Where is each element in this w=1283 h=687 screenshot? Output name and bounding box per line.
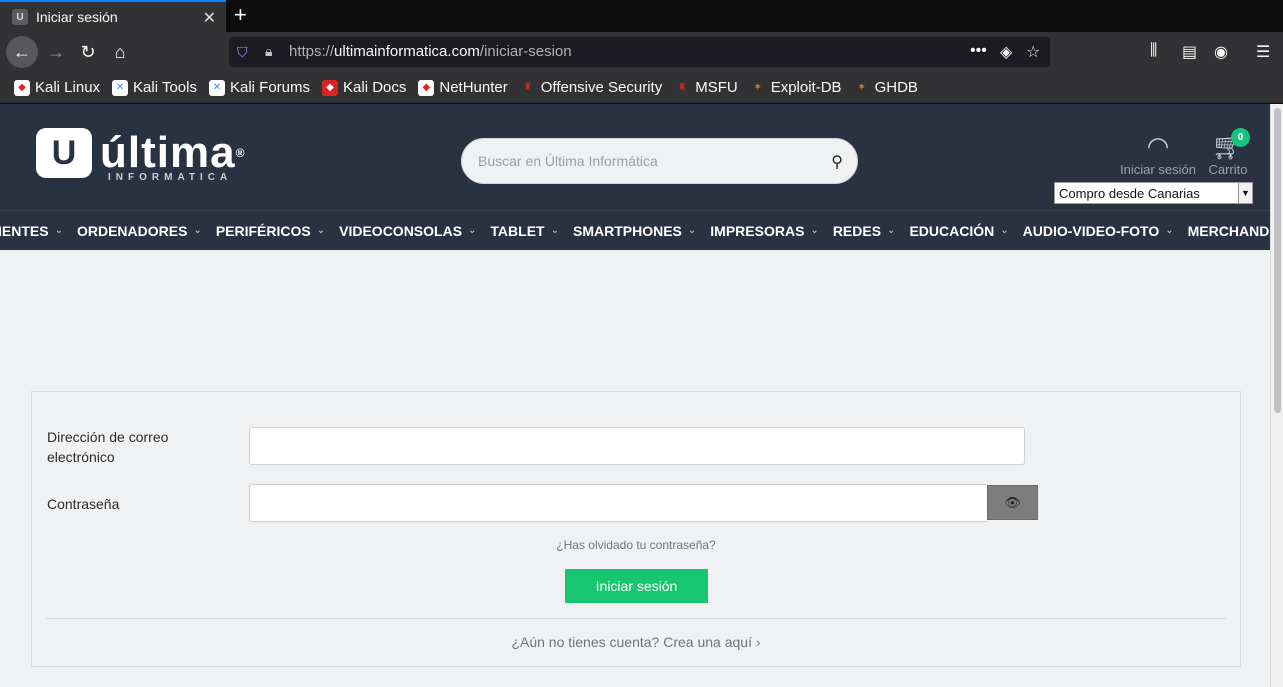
chevron-right-icon: › xyxy=(755,634,761,650)
chevron-down-icon: ⌄ xyxy=(468,225,477,236)
kali-tools-icon: ✕ xyxy=(112,79,129,96)
tab-title: Iniciar sesión xyxy=(36,9,118,25)
browser-navbar: ← → ↻ ⌂ ⛉ 🔒︎ https://ultimainformatica.c… xyxy=(0,32,1283,72)
menu-hamburger-icon[interactable]: ☰ xyxy=(1256,42,1270,62)
chevron-down-icon: ▼ xyxy=(1238,183,1252,203)
chevron-down-icon: ⌄ xyxy=(810,225,819,236)
bookmark-offensive-security[interactable]: ♜ Offensive Security xyxy=(520,79,662,96)
search-input[interactable]: Buscar en Última Informática xyxy=(478,153,658,169)
menu-item-impresoras[interactable]: IMPRESORAS ⌄ xyxy=(710,223,819,239)
chevron-down-icon: ⌄ xyxy=(887,225,896,236)
logo-mark-icon: U xyxy=(36,128,92,178)
close-tab-icon[interactable]: ✕ xyxy=(203,8,216,28)
logo-subtitle: INFORMATICA xyxy=(108,172,233,183)
cart-count-badge: 0 xyxy=(1231,128,1250,147)
msfu-icon: ♜ xyxy=(677,82,687,93)
kali-docs-icon: ◆ xyxy=(322,79,339,96)
ghdb-icon: ✶ xyxy=(857,82,866,93)
password-label: Contraseña xyxy=(47,496,120,512)
nethunter-icon: ◆ xyxy=(418,79,435,96)
offsec-icon: ♜ xyxy=(523,82,533,93)
kali-icon: ◆ xyxy=(14,79,30,96)
menu-item-redes[interactable]: REDES ⌄ xyxy=(833,223,896,239)
site-header: U última® INFORMATICA Buscar en Última I… xyxy=(0,104,1270,210)
menu-item-merchandasing[interactable]: MERCHANDASING xyxy=(1188,223,1270,239)
chevron-down-icon: ⌄ xyxy=(550,225,559,236)
cart-label: Carrito xyxy=(1208,162,1248,177)
account-icon[interactable]: ◉ xyxy=(1214,42,1228,62)
chevron-down-icon: ⌄ xyxy=(193,225,202,236)
region-select[interactable]: Compro desde Canarias ▼ xyxy=(1054,182,1253,204)
account-link[interactable]: ◠ Iniciar sesión xyxy=(1118,130,1198,177)
search-icon[interactable]: ⚲ xyxy=(831,152,843,172)
scrollbar-thumb[interactable] xyxy=(1274,108,1281,413)
email-field[interactable] xyxy=(249,427,1025,465)
bookmark-kali-docs[interactable]: ◆ Kali Docs xyxy=(322,79,406,96)
browser-tab[interactable]: U Iniciar sesión ✕ xyxy=(0,0,226,32)
library-icon[interactable]: ⫼ xyxy=(1150,42,1157,60)
account-label: Iniciar sesión xyxy=(1120,162,1196,177)
bookmark-exploit-db[interactable]: ✶ Exploit-DB xyxy=(750,79,842,96)
forgot-password-link[interactable]: ¿Has olvidado tu contraseña? xyxy=(32,538,1240,552)
show-password-button[interactable]: 👁︎ xyxy=(987,485,1038,520)
menu-item-smartphones[interactable]: SMARTPHONES ⌄ xyxy=(573,223,696,239)
bookmark-kali-tools[interactable]: ✕ Kali Tools xyxy=(112,79,197,96)
chevron-down-icon: ⌄ xyxy=(687,225,697,236)
logo-name: última® xyxy=(100,128,246,177)
bookmark-star-icon[interactable]: ☆ xyxy=(1026,42,1040,62)
menu-item-ordenadores[interactable]: ORDENADORES ⌄ xyxy=(77,223,202,239)
bookmark-kali-linux[interactable]: ◆ Kali Linux xyxy=(14,79,100,96)
menu-item-componentes[interactable]: IENTES ⌄ xyxy=(0,223,63,239)
bookmarks-toolbar: ◆ Kali Linux ✕ Kali Tools ✕ Kali Forums ◆ Ka… xyxy=(0,72,1283,104)
bookmark-nethunter[interactable]: ◆ NetHunter xyxy=(418,79,508,96)
kali-forums-icon: ✕ xyxy=(208,79,225,96)
url-bar[interactable]: ⛉ 🔒︎ https://ultimainformatica.com/inici… xyxy=(229,37,1050,67)
page-actions-icon[interactable]: ••• xyxy=(970,42,987,60)
login-button[interactable]: Iniciar sesión xyxy=(565,569,708,603)
bookmark-ghdb[interactable]: ✶ GHDB xyxy=(854,79,918,96)
forward-button[interactable]: → xyxy=(40,36,72,68)
user-ghost-icon: ◠ xyxy=(1146,131,1170,161)
email-label: Dirección de correo electrónico xyxy=(47,429,169,465)
divider xyxy=(46,618,1226,619)
chevron-down-icon: ⌄ xyxy=(1165,225,1174,236)
sidebar-icon[interactable]: ▤ xyxy=(1182,42,1197,62)
home-button[interactable]: ⌂ xyxy=(104,36,136,68)
browser-tabbar: U Iniciar sesión ✕ + xyxy=(0,0,1283,32)
chevron-down-icon: ⌄ xyxy=(316,225,326,236)
menu-item-educacion[interactable]: EDUCACIÓN ⌄ xyxy=(909,223,1008,239)
back-button[interactable]: ← xyxy=(6,36,38,68)
category-menu: IENTES ⌄ ORDENADORES ⌄ PERIFÉRICOS ⌄ VIDEOC… xyxy=(0,210,1270,250)
menu-item-perifericos[interactable]: PERIFÉRICOS ⌄ xyxy=(216,223,325,239)
menu-item-audio-video-foto[interactable]: AUDIO-VIDEO-FOTO ⌄ xyxy=(1023,223,1174,239)
chevron-down-icon: ⌄ xyxy=(1000,225,1009,236)
lock-icon[interactable]: 🔒︎ xyxy=(265,43,272,60)
site-favicon-icon: U xyxy=(12,9,28,25)
login-form: Dirección de correo electrónico Contrase… xyxy=(31,391,1241,667)
exploit-db-icon: ✶ xyxy=(753,82,762,93)
url-text[interactable]: https://ultimainformatica.com/iniciar-se… xyxy=(289,43,572,60)
menu-item-videoconsolas[interactable]: VIDEOCONSOLAS ⌄ xyxy=(339,223,476,239)
pocket-icon[interactable]: ◈ xyxy=(1000,42,1012,62)
tracking-protection-shield-icon[interactable]: ⛉ xyxy=(237,44,251,60)
chevron-down-icon: ⌄ xyxy=(54,225,63,236)
search-box[interactable]: Buscar en Última Informática ⚲ xyxy=(461,138,858,184)
password-field[interactable] xyxy=(249,484,988,522)
bookmark-kali-forums[interactable]: ✕ Kali Forums xyxy=(208,79,310,96)
page-scrollbar[interactable] xyxy=(1270,104,1283,687)
reload-button[interactable]: ↻ xyxy=(72,36,104,68)
new-tab-button[interactable]: + xyxy=(234,2,247,28)
menu-item-tablet[interactable]: TABLET ⌄ xyxy=(490,223,559,239)
bookmark-msfu[interactable]: ♜ MSFU xyxy=(674,79,738,96)
region-selected-value: Compro desde Canarias xyxy=(1059,186,1200,201)
eye-slash-icon: 👁︎ xyxy=(1004,494,1021,510)
page-viewport: U última® INFORMATICA Buscar en Última I… xyxy=(0,104,1270,687)
site-logo[interactable]: U última® INFORMATICA xyxy=(36,128,246,183)
register-link[interactable]: ¿Aún no tienes cuenta? Crea una aquí › xyxy=(32,634,1240,650)
